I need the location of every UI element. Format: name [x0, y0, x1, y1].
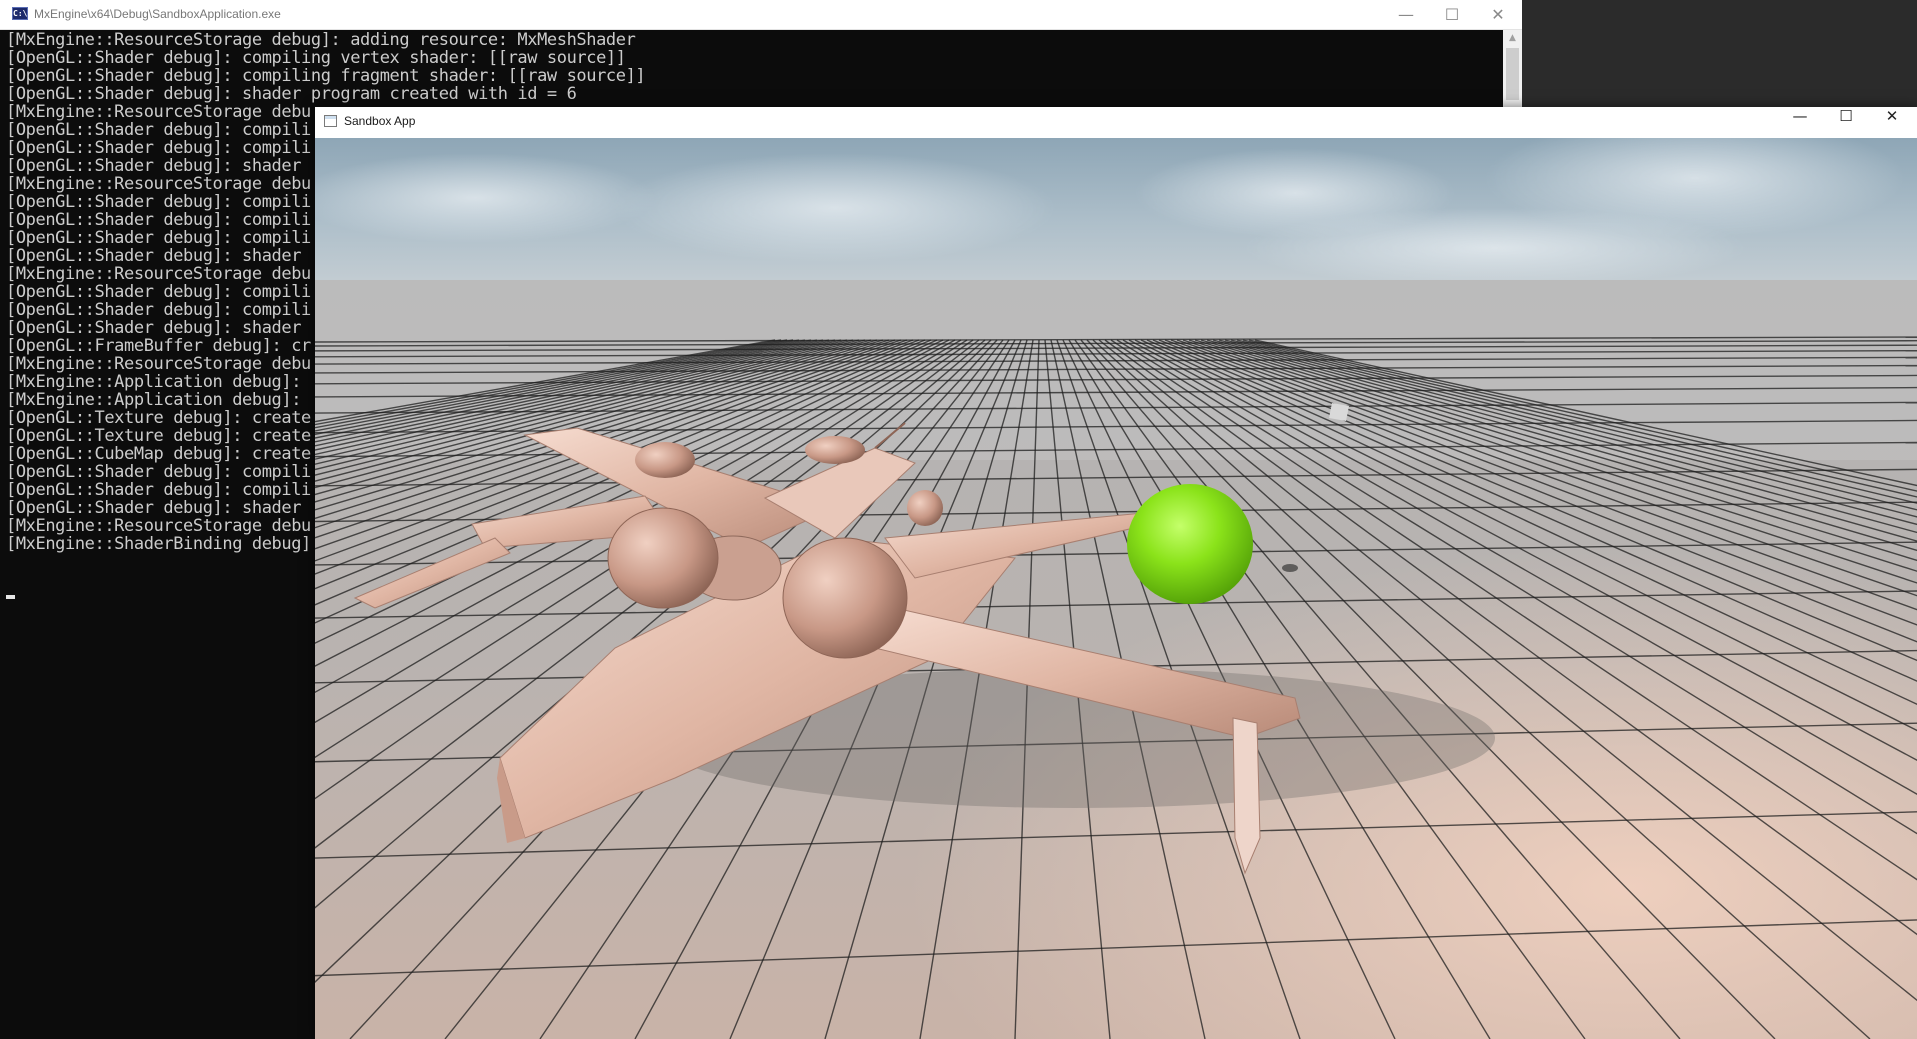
render-viewport[interactable] — [315, 138, 1917, 1039]
sandbox-minimize-button[interactable]: — — [1777, 107, 1823, 138]
console-maximize-button[interactable]: ☐ — [1429, 0, 1475, 30]
scroll-thumb[interactable] — [1506, 48, 1519, 100]
scroll-up-icon[interactable]: ▲ — [1503, 30, 1522, 47]
console-line: [OpenGL::Shader debug]: shader program c… — [6, 84, 577, 104]
sandbox-maximize-button[interactable]: ☐ — [1823, 107, 1869, 138]
left-engine — [607, 507, 719, 609]
console-app-icon: C:\ — [12, 7, 28, 20]
console-title: MxEngine\x64\Debug\SandboxApplication.ex… — [34, 7, 281, 21]
console-close-button[interactable]: ✕ — [1475, 0, 1521, 30]
console-line: [OpenGL::Shader debug]: compiling fragme… — [6, 66, 646, 86]
right-engine — [782, 537, 908, 659]
sandbox-title: Sandbox App — [344, 114, 416, 128]
green-sphere — [1127, 484, 1253, 604]
console-line: [MxEngine::ResourceStorage debug]: addin… — [6, 30, 636, 50]
sandbox-titlebar[interactable]: Sandbox App — ☐ ✕ — [315, 107, 1917, 138]
console-cursor — [6, 595, 15, 599]
app-window-icon — [324, 115, 337, 127]
console-line: [OpenGL::Shader debug]: compiling vertex… — [6, 48, 626, 68]
sandbox-window[interactable]: Sandbox App — ☐ ✕ — [315, 107, 1917, 1039]
console-titlebar[interactable]: C:\ MxEngine\x64\Debug\SandboxApplicatio… — [0, 0, 1522, 30]
small-cube — [1329, 403, 1349, 421]
sandbox-close-button[interactable]: ✕ — [1869, 107, 1915, 138]
console-minimize-button[interactable]: — — [1383, 0, 1429, 30]
